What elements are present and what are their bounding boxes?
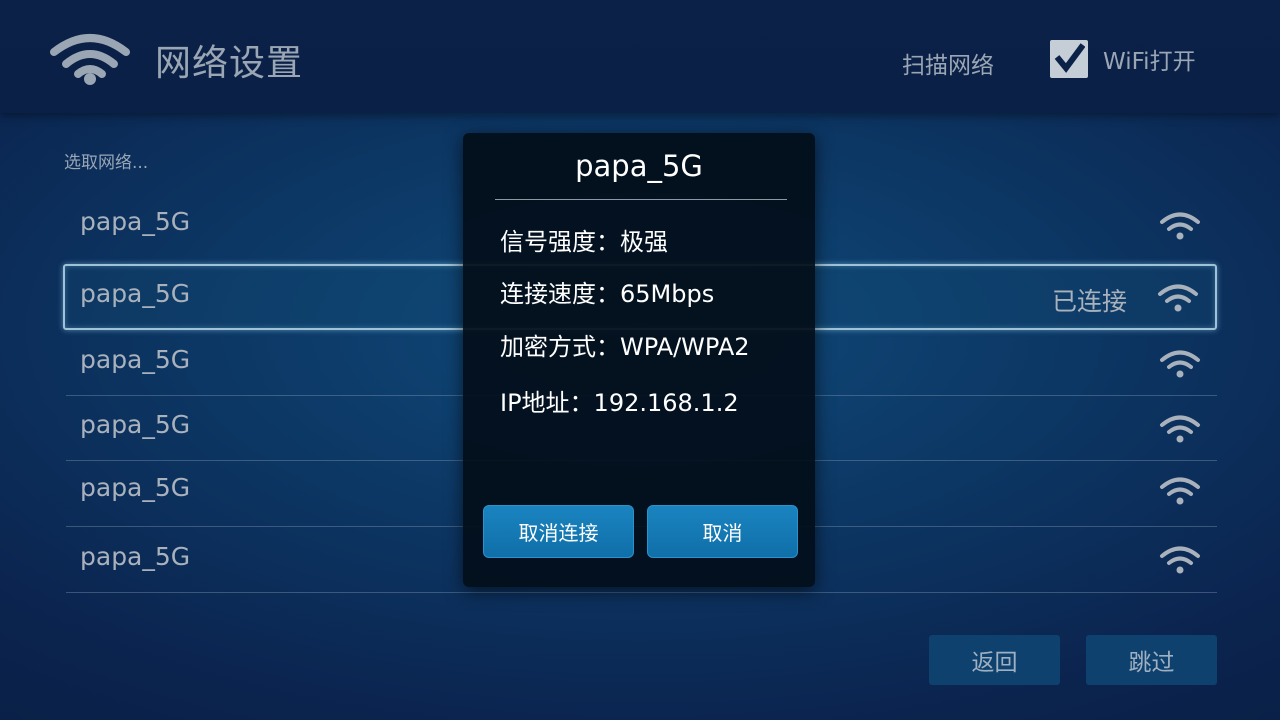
signal-icon — [1158, 284, 1198, 312]
wifi-toggle[interactable]: WiFi打开 — [1050, 40, 1196, 78]
signal-icon — [1160, 477, 1200, 505]
ip-address-text: IP地址：192.168.1.2 — [500, 389, 739, 417]
wifi-toggle-label: WiFi打开 — [1103, 49, 1196, 75]
select-network-label: 选取网络... — [64, 153, 149, 173]
signal-icon — [1160, 350, 1200, 378]
signal-icon — [1160, 212, 1200, 240]
network-name: papa_5G — [80, 345, 191, 374]
connected-status: 已连接 — [1051, 287, 1127, 316]
network-name: papa_5G — [80, 279, 191, 308]
wifi-icon — [50, 34, 130, 85]
page-title: 网络设置 — [155, 43, 304, 84]
wifi-checkbox[interactable] — [1050, 40, 1088, 78]
network-name: papa_5G — [80, 473, 191, 502]
cancel-button[interactable]: 取消 — [647, 505, 798, 558]
network-name: papa_5G — [80, 410, 191, 439]
scan-networks-button[interactable]: 扫描网络 — [902, 46, 994, 80]
network-name: papa_5G — [80, 542, 191, 571]
signal-icon — [1160, 546, 1200, 574]
network-name: papa_5G — [80, 207, 191, 236]
disconnect-button[interactable]: 取消连接 — [483, 505, 634, 558]
link-speed-text: 连接速度：65Mbps — [500, 280, 715, 308]
checkmark-icon — [1054, 43, 1085, 73]
top-bar: 网络设置 扫描网络 WiFi打开 — [0, 0, 1280, 113]
signal-strength-text: 信号强度：极强 — [500, 228, 668, 256]
network-info-dialog: papa_5G 信号强度：极强 连接速度：65Mbps 加密方式：WPA/WPA… — [463, 133, 815, 587]
skip-button[interactable]: 跳过 — [1086, 635, 1217, 685]
back-button[interactable]: 返回 — [929, 635, 1060, 685]
encryption-text: 加密方式：WPA/WPA2 — [500, 333, 750, 361]
dialog-divider — [495, 199, 787, 200]
dialog-title: papa_5G — [575, 149, 703, 183]
signal-icon — [1160, 415, 1200, 443]
